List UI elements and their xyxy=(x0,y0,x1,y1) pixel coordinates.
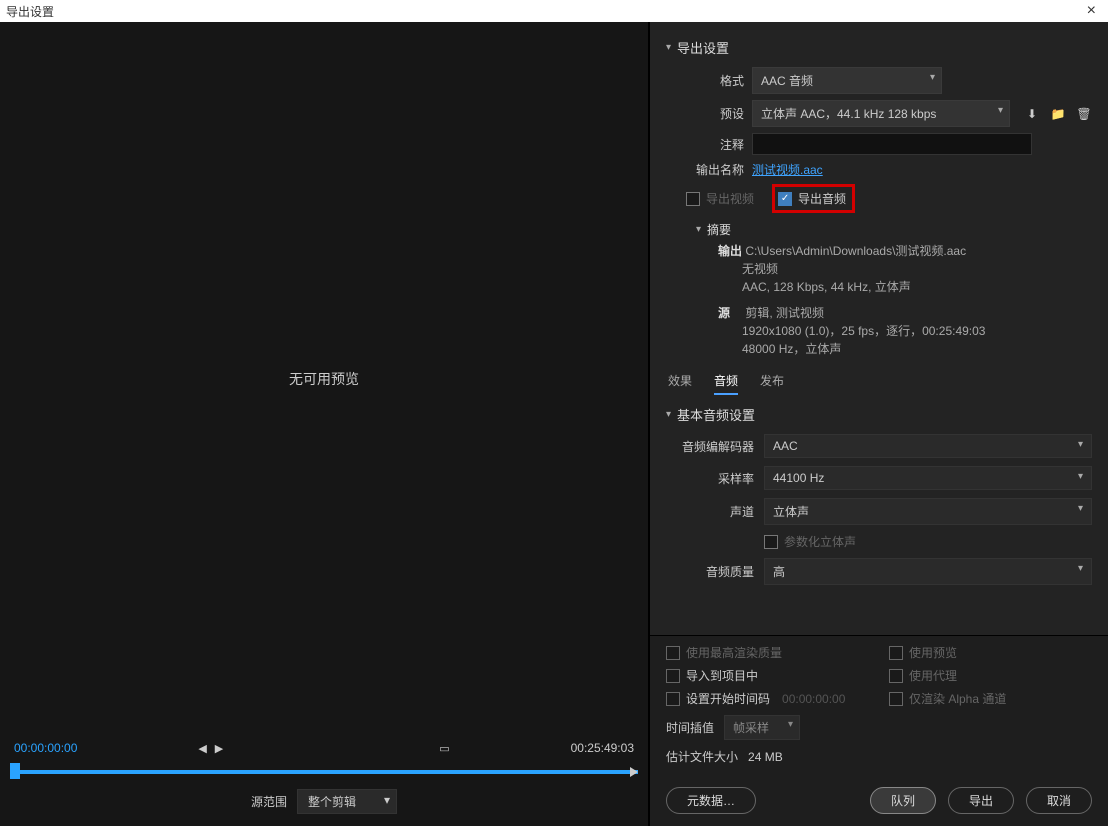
in-point-icon[interactable]: ◀ xyxy=(198,742,206,755)
delete-preset-icon[interactable]: 🗑 xyxy=(1076,106,1092,122)
summary-source-line2: 1920x1080 (1.0)，25 fps，逐行，00:25:49:03 xyxy=(742,324,985,338)
export-settings-header[interactable]: ▾ 导出设置 xyxy=(666,38,1092,57)
window-title: 导出设置 xyxy=(6,3,54,20)
crop-icon[interactable]: ▭ xyxy=(439,742,449,755)
use-proxy-checkbox[interactable] xyxy=(889,669,903,683)
sample-rate-label: 采样率 xyxy=(666,470,754,487)
summary-header[interactable]: ▾ 摘要 xyxy=(696,221,1092,238)
summary-output-path: C:\Users\Admin\Downloads\测试视频.aac xyxy=(745,244,966,258)
comment-label: 注释 xyxy=(686,136,744,153)
max-quality-label: 使用最高渲染质量 xyxy=(686,644,782,661)
source-range-select[interactable]: 整个剪辑 xyxy=(297,789,397,814)
format-label: 格式 xyxy=(686,72,744,89)
timecode-end: 00:25:49:03 xyxy=(571,741,634,755)
channel-label: 声道 xyxy=(666,503,754,520)
preview-placeholder: 无可用预览 xyxy=(289,369,359,389)
surround-label: 参数化立体声 xyxy=(784,533,856,550)
set-start-tc-label: 设置开始时间码 xyxy=(686,690,770,707)
import-project-label: 导入到项目中 xyxy=(686,667,758,684)
preset-select[interactable]: 立体声 AAC，44.1 kHz 128 kbps xyxy=(752,100,1010,127)
channel-select[interactable]: 立体声 xyxy=(764,498,1092,525)
preview-area: 无可用预览 xyxy=(0,22,648,735)
queue-button[interactable]: 队列 xyxy=(870,787,936,814)
output-name-link[interactable]: 测试视频.aac xyxy=(752,161,823,178)
render-alpha-label: 仅渲染 Alpha 通道 xyxy=(909,690,1006,707)
render-alpha-checkbox[interactable] xyxy=(889,692,903,706)
export-video-label: 导出视频 xyxy=(706,190,754,207)
time-interp-label: 时间插值 xyxy=(666,719,714,736)
surround-checkbox[interactable] xyxy=(764,535,778,549)
preset-label: 预设 xyxy=(686,105,744,122)
output-name-label: 输出名称 xyxy=(686,161,744,178)
cancel-button[interactable]: 取消 xyxy=(1026,787,1092,814)
sample-rate-select[interactable]: 44100 Hz xyxy=(764,466,1092,490)
save-preset-icon[interactable]: ⬇ xyxy=(1024,106,1040,122)
timecode-start[interactable]: 00:00:00:00 xyxy=(14,741,77,755)
export-audio-highlight: ✓ 导出音频 xyxy=(772,184,855,213)
export-audio-label: 导出音频 xyxy=(798,190,846,207)
audio-quality-select[interactable]: 高 xyxy=(764,558,1092,585)
use-preview-checkbox[interactable] xyxy=(889,646,903,660)
summary-output-line2: 无视频 xyxy=(742,262,778,276)
audio-codec-select[interactable]: AAC xyxy=(764,434,1092,458)
preview-panel: 无可用预览 00:00:00:00 ◀ ▶ ▭ 00:25:49:03 源范围 xyxy=(0,22,650,826)
chevron-down-icon: ▾ xyxy=(666,42,671,53)
out-point-icon[interactable]: ▶ xyxy=(215,742,223,755)
use-preview-label: 使用预览 xyxy=(909,644,957,661)
audio-settings-header[interactable]: ▾ 基本音频设置 xyxy=(666,405,1092,424)
est-size-value: 24 MB xyxy=(748,750,783,764)
format-select[interactable]: AAC 音频 xyxy=(752,67,942,94)
playhead-icon[interactable] xyxy=(10,763,20,779)
set-start-tc-checkbox[interactable] xyxy=(666,692,680,706)
tab-publish[interactable]: 发布 xyxy=(760,368,784,395)
close-icon[interactable]: × xyxy=(1081,2,1102,20)
comment-input[interactable] xyxy=(752,133,1032,155)
start-tc-value: 00:00:00:00 xyxy=(782,692,845,706)
titlebar: 导出设置 × xyxy=(0,0,1108,22)
use-proxy-label: 使用代理 xyxy=(909,667,957,684)
tab-effects[interactable]: 效果 xyxy=(668,368,692,395)
max-quality-checkbox[interactable] xyxy=(666,646,680,660)
chevron-down-icon: ▾ xyxy=(666,409,671,420)
chevron-down-icon: ▾ xyxy=(696,224,701,235)
summary-source-label: 源 xyxy=(718,304,742,322)
summary-source-line1: 剪辑, 测试视频 xyxy=(745,306,824,320)
summary-output-line3: AAC, 128 Kbps, 44 kHz, 立体声 xyxy=(742,280,911,294)
summary-output-label: 输出 xyxy=(718,242,742,260)
audio-codec-label: 音频编解码器 xyxy=(666,438,754,455)
est-size-label: 估计文件大小 xyxy=(666,750,738,764)
export-button[interactable]: 导出 xyxy=(948,787,1014,814)
end-marker-icon[interactable] xyxy=(630,767,638,777)
export-audio-checkbox[interactable]: ✓ xyxy=(778,192,792,206)
source-range-label: 源范围 xyxy=(251,793,287,810)
metadata-button[interactable]: 元数据… xyxy=(666,787,756,814)
summary-source-line3: 48000 Hz，立体声 xyxy=(742,342,841,356)
audio-quality-label: 音频质量 xyxy=(666,563,754,580)
time-interp-select[interactable]: 帧采样 xyxy=(724,715,800,740)
import-preset-icon[interactable]: 📁 xyxy=(1050,106,1066,122)
timeline-slider[interactable] xyxy=(10,761,638,783)
import-project-checkbox[interactable] xyxy=(666,669,680,683)
export-video-checkbox xyxy=(686,192,700,206)
tab-audio[interactable]: 音频 xyxy=(714,368,738,395)
